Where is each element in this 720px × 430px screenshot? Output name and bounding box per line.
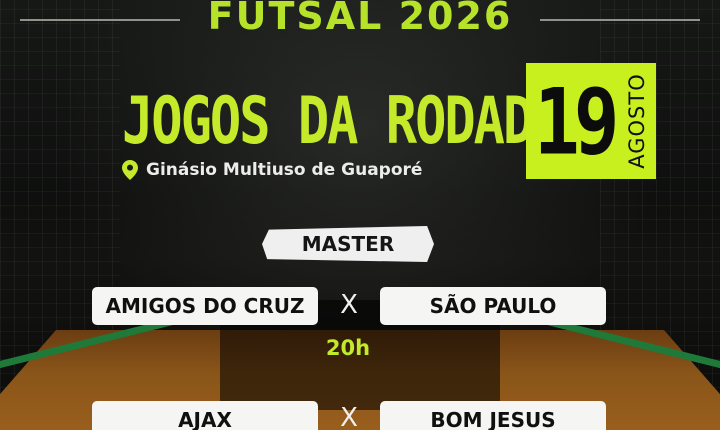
- match-1-home-team: AMIGOS DO CRUZ: [92, 287, 318, 325]
- match-1-versus: X: [340, 290, 358, 320]
- match-2-home-team: AJAX: [92, 401, 318, 430]
- date-month-wrap: AGOSTO: [620, 63, 654, 179]
- date-day: 19: [534, 67, 619, 175]
- date-badge: 19 AGOSTO: [526, 63, 656, 179]
- event-title: FUTSAL 2026: [207, 0, 513, 38]
- date-month: AGOSTO: [625, 73, 649, 169]
- round-heading: JOGOS DA RODADA: [122, 84, 564, 159]
- location-pin-icon: [122, 160, 138, 180]
- match-1-time: 20h: [325, 336, 371, 360]
- venue: Ginásio Multiuso de Guaporé: [122, 160, 422, 180]
- match-2-away-team: BOM JESUS: [380, 401, 606, 430]
- match-1-away-team: SÃO PAULO: [380, 287, 606, 325]
- match-2-versus: X: [340, 403, 358, 430]
- category-banner: MASTER: [262, 226, 434, 262]
- poster: FUTSAL 2026 JOGOS DA RODADA Ginásio Mult…: [0, 0, 720, 430]
- venue-name: Ginásio Multiuso de Guaporé: [146, 160, 423, 180]
